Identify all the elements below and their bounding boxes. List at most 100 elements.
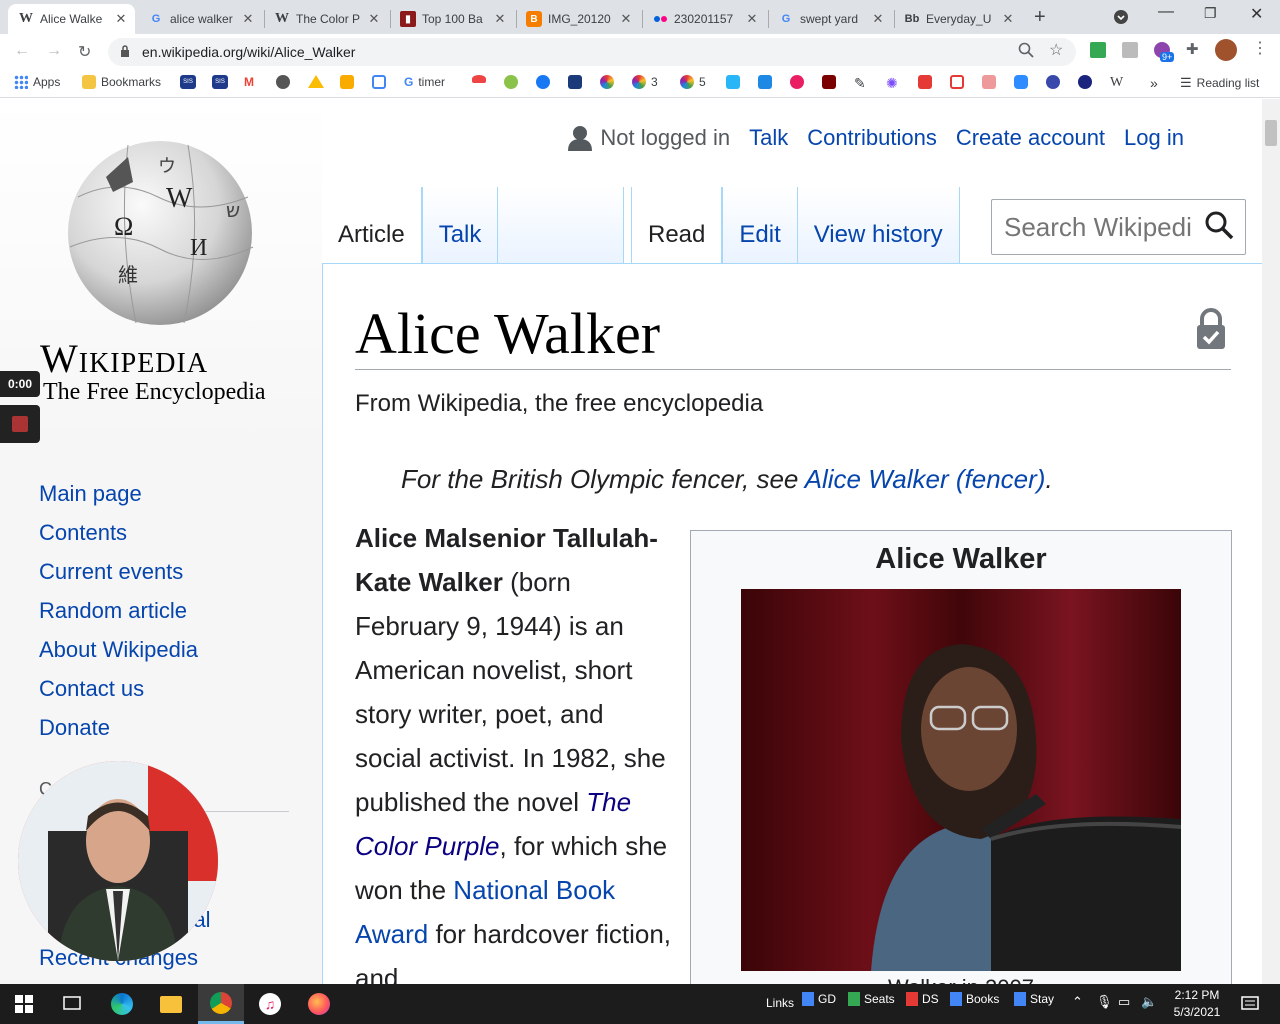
search-button[interactable]: [1204, 210, 1234, 245]
new-tab-button[interactable]: +: [1034, 6, 1046, 29]
bookmark-classroom[interactable]: [340, 75, 354, 89]
bookmark-dark-red[interactable]: [822, 75, 836, 89]
extension-badge-icon[interactable]: 9+: [1154, 42, 1175, 62]
bookmark-red-shoe[interactable]: [472, 75, 486, 83]
close-tab-icon[interactable]: ✕: [618, 11, 634, 27]
network-icon[interactable]: ▭: [1118, 994, 1130, 1010]
taskbar-itunes[interactable]: ♫: [256, 990, 284, 1018]
wikipedia-globe-logo[interactable]: Ω W И 維 ウ ש: [58, 137, 263, 327]
taskbar-link-stay[interactable]: Stay: [1014, 992, 1054, 1006]
close-tab-icon[interactable]: ✕: [744, 11, 760, 27]
tab-article[interactable]: Article: [322, 187, 422, 263]
bookmarks-overflow[interactable]: »: [1150, 75, 1158, 91]
bookmark-pen[interactable]: ✎: [854, 75, 866, 92]
tab-color-purple[interactable]: W The Color P ✕: [264, 4, 388, 34]
tab-alice-walker-search[interactable]: G alice walker ✕: [138, 4, 262, 34]
tab-view-history[interactable]: View history: [797, 187, 960, 263]
tab-talk[interactable]: Talk: [421, 187, 499, 263]
bookmark-star-icon[interactable]: ☆: [1049, 40, 1063, 60]
login-link[interactable]: Log in: [1124, 125, 1184, 151]
back-button[interactable]: ←: [14, 42, 30, 60]
taskbar-file-explorer[interactable]: [157, 990, 185, 1018]
scrollbar-thumb[interactable]: [1265, 120, 1277, 146]
infobox-portrait-image[interactable]: [741, 589, 1181, 971]
tab-flickr[interactable]: 230201157 ✕: [642, 4, 766, 34]
bookmark-timer[interactable]: G timer: [404, 75, 445, 89]
forward-button[interactable]: →: [46, 42, 62, 60]
hatnote-link-fencer[interactable]: Alice Walker (fencer): [805, 464, 1046, 494]
tab-everyday[interactable]: Bb Everyday_U ✕: [894, 4, 1022, 34]
windows-start-button[interactable]: [10, 990, 38, 1018]
extension-sheets-icon[interactable]: [1090, 42, 1106, 61]
apps-bookmark[interactable]: Apps: [14, 75, 60, 89]
bookmark-sis-1[interactable]: SIS: [180, 75, 196, 89]
reload-button[interactable]: ↻: [78, 42, 91, 62]
bookmark-wikipedia[interactable]: W: [1110, 75, 1123, 91]
page-scrollbar[interactable]: [1262, 99, 1280, 984]
bookmark-pink[interactable]: [790, 75, 804, 89]
search-input[interactable]: [1004, 211, 1200, 243]
bookmark-color-wheel[interactable]: [600, 75, 614, 89]
action-center-button[interactable]: [1236, 990, 1264, 1018]
taskbar-clock[interactable]: 2:12 PM 5/3/2021: [1168, 987, 1226, 1021]
tab-edit[interactable]: Edit: [722, 187, 798, 263]
chrome-menu-icon[interactable]: ⋮: [1252, 38, 1268, 58]
nav-main-page[interactable]: Main page: [39, 479, 198, 518]
taskbar-link-books[interactable]: Books: [950, 992, 999, 1006]
bookmark-sis-2[interactable]: SIS: [212, 75, 228, 89]
tab-swept-yard[interactable]: G swept yard ✕: [768, 4, 892, 34]
nav-current-events[interactable]: Current events: [39, 557, 198, 596]
nav-donate[interactable]: Donate: [39, 713, 198, 752]
tab-search-button[interactable]: [1113, 9, 1129, 28]
create-account-link[interactable]: Create account: [956, 125, 1105, 151]
bookmark-chat[interactable]: [758, 75, 772, 89]
links-toolbar[interactable]: Links: [766, 996, 794, 1010]
tab-top-100[interactable]: ▮ Top 100 Ba ✕: [390, 4, 514, 34]
bookmark-globe[interactable]: [276, 75, 290, 89]
taskbar-link-gd[interactable]: GD: [802, 992, 836, 1006]
close-tab-icon[interactable]: ✕: [1000, 11, 1016, 27]
volume-icon[interactable]: 🔈: [1141, 994, 1157, 1010]
zoom-icon[interactable]: [1018, 42, 1034, 61]
taskbar-edge[interactable]: [108, 990, 136, 1018]
close-tab-icon[interactable]: ✕: [240, 11, 256, 27]
tab-alice-walker[interactable]: W Alice Walke ✕: [8, 4, 135, 34]
bookmark-gear[interactable]: ✺: [886, 75, 898, 92]
address-bar[interactable]: en.wikipedia.org/wiki/Alice_Walker: [108, 38, 1076, 66]
bookmark-zoom[interactable]: [1014, 75, 1028, 89]
tab-img[interactable]: B IMG_20120 ✕: [516, 4, 640, 34]
bookmark-convert[interactable]: [950, 75, 964, 89]
minimize-button[interactable]: —: [1158, 3, 1174, 21]
task-view-button[interactable]: [58, 990, 86, 1018]
contributions-link[interactable]: Contributions: [807, 125, 937, 151]
bookmark-facebook[interactable]: [536, 75, 550, 89]
bookmark-color-wheel-3[interactable]: 3: [632, 75, 658, 89]
bookmark-c[interactable]: [1046, 75, 1060, 89]
close-tab-icon[interactable]: ✕: [492, 11, 508, 27]
nav-random-article[interactable]: Random article: [39, 596, 198, 635]
bookmark-color-wheel-5[interactable]: 5: [680, 75, 706, 89]
nav-about-wikipedia[interactable]: About Wikipedia: [39, 635, 198, 674]
restore-button[interactable]: ❐: [1204, 5, 1217, 22]
nav-contents[interactable]: Contents: [39, 518, 198, 557]
microphone-icon[interactable]: 🎙: [1096, 994, 1113, 1010]
bookmark-calendar[interactable]: [372, 75, 386, 89]
nav-contact-us[interactable]: Contact us: [39, 674, 198, 713]
close-window-button[interactable]: ✕: [1250, 4, 1263, 24]
close-tab-icon[interactable]: ✕: [870, 11, 886, 27]
bookmark-gmail[interactable]: M: [244, 75, 254, 89]
bookmark-pdf-jpg[interactable]: [982, 75, 996, 89]
wikipedia-wordmark[interactable]: Wikipedia: [40, 335, 208, 382]
close-tab-icon[interactable]: ✕: [113, 11, 129, 27]
bookmarks-folder[interactable]: Bookmarks: [82, 75, 161, 89]
bookmark-drive[interactable]: [308, 75, 324, 88]
taskbar-link-ds[interactable]: DS: [906, 992, 939, 1006]
close-tab-icon[interactable]: ✕: [366, 11, 382, 27]
bookmark-f[interactable]: [726, 75, 740, 89]
extension-gray-icon[interactable]: [1122, 42, 1138, 61]
reading-list-button[interactable]: ☰ Reading list: [1180, 75, 1259, 91]
taskbar-firefox[interactable]: [305, 990, 333, 1018]
tab-read[interactable]: Read: [632, 187, 723, 263]
tray-overflow-chevron-icon[interactable]: ⌃: [1072, 994, 1083, 1010]
extensions-puzzle-icon[interactable]: ✚: [1186, 40, 1199, 58]
